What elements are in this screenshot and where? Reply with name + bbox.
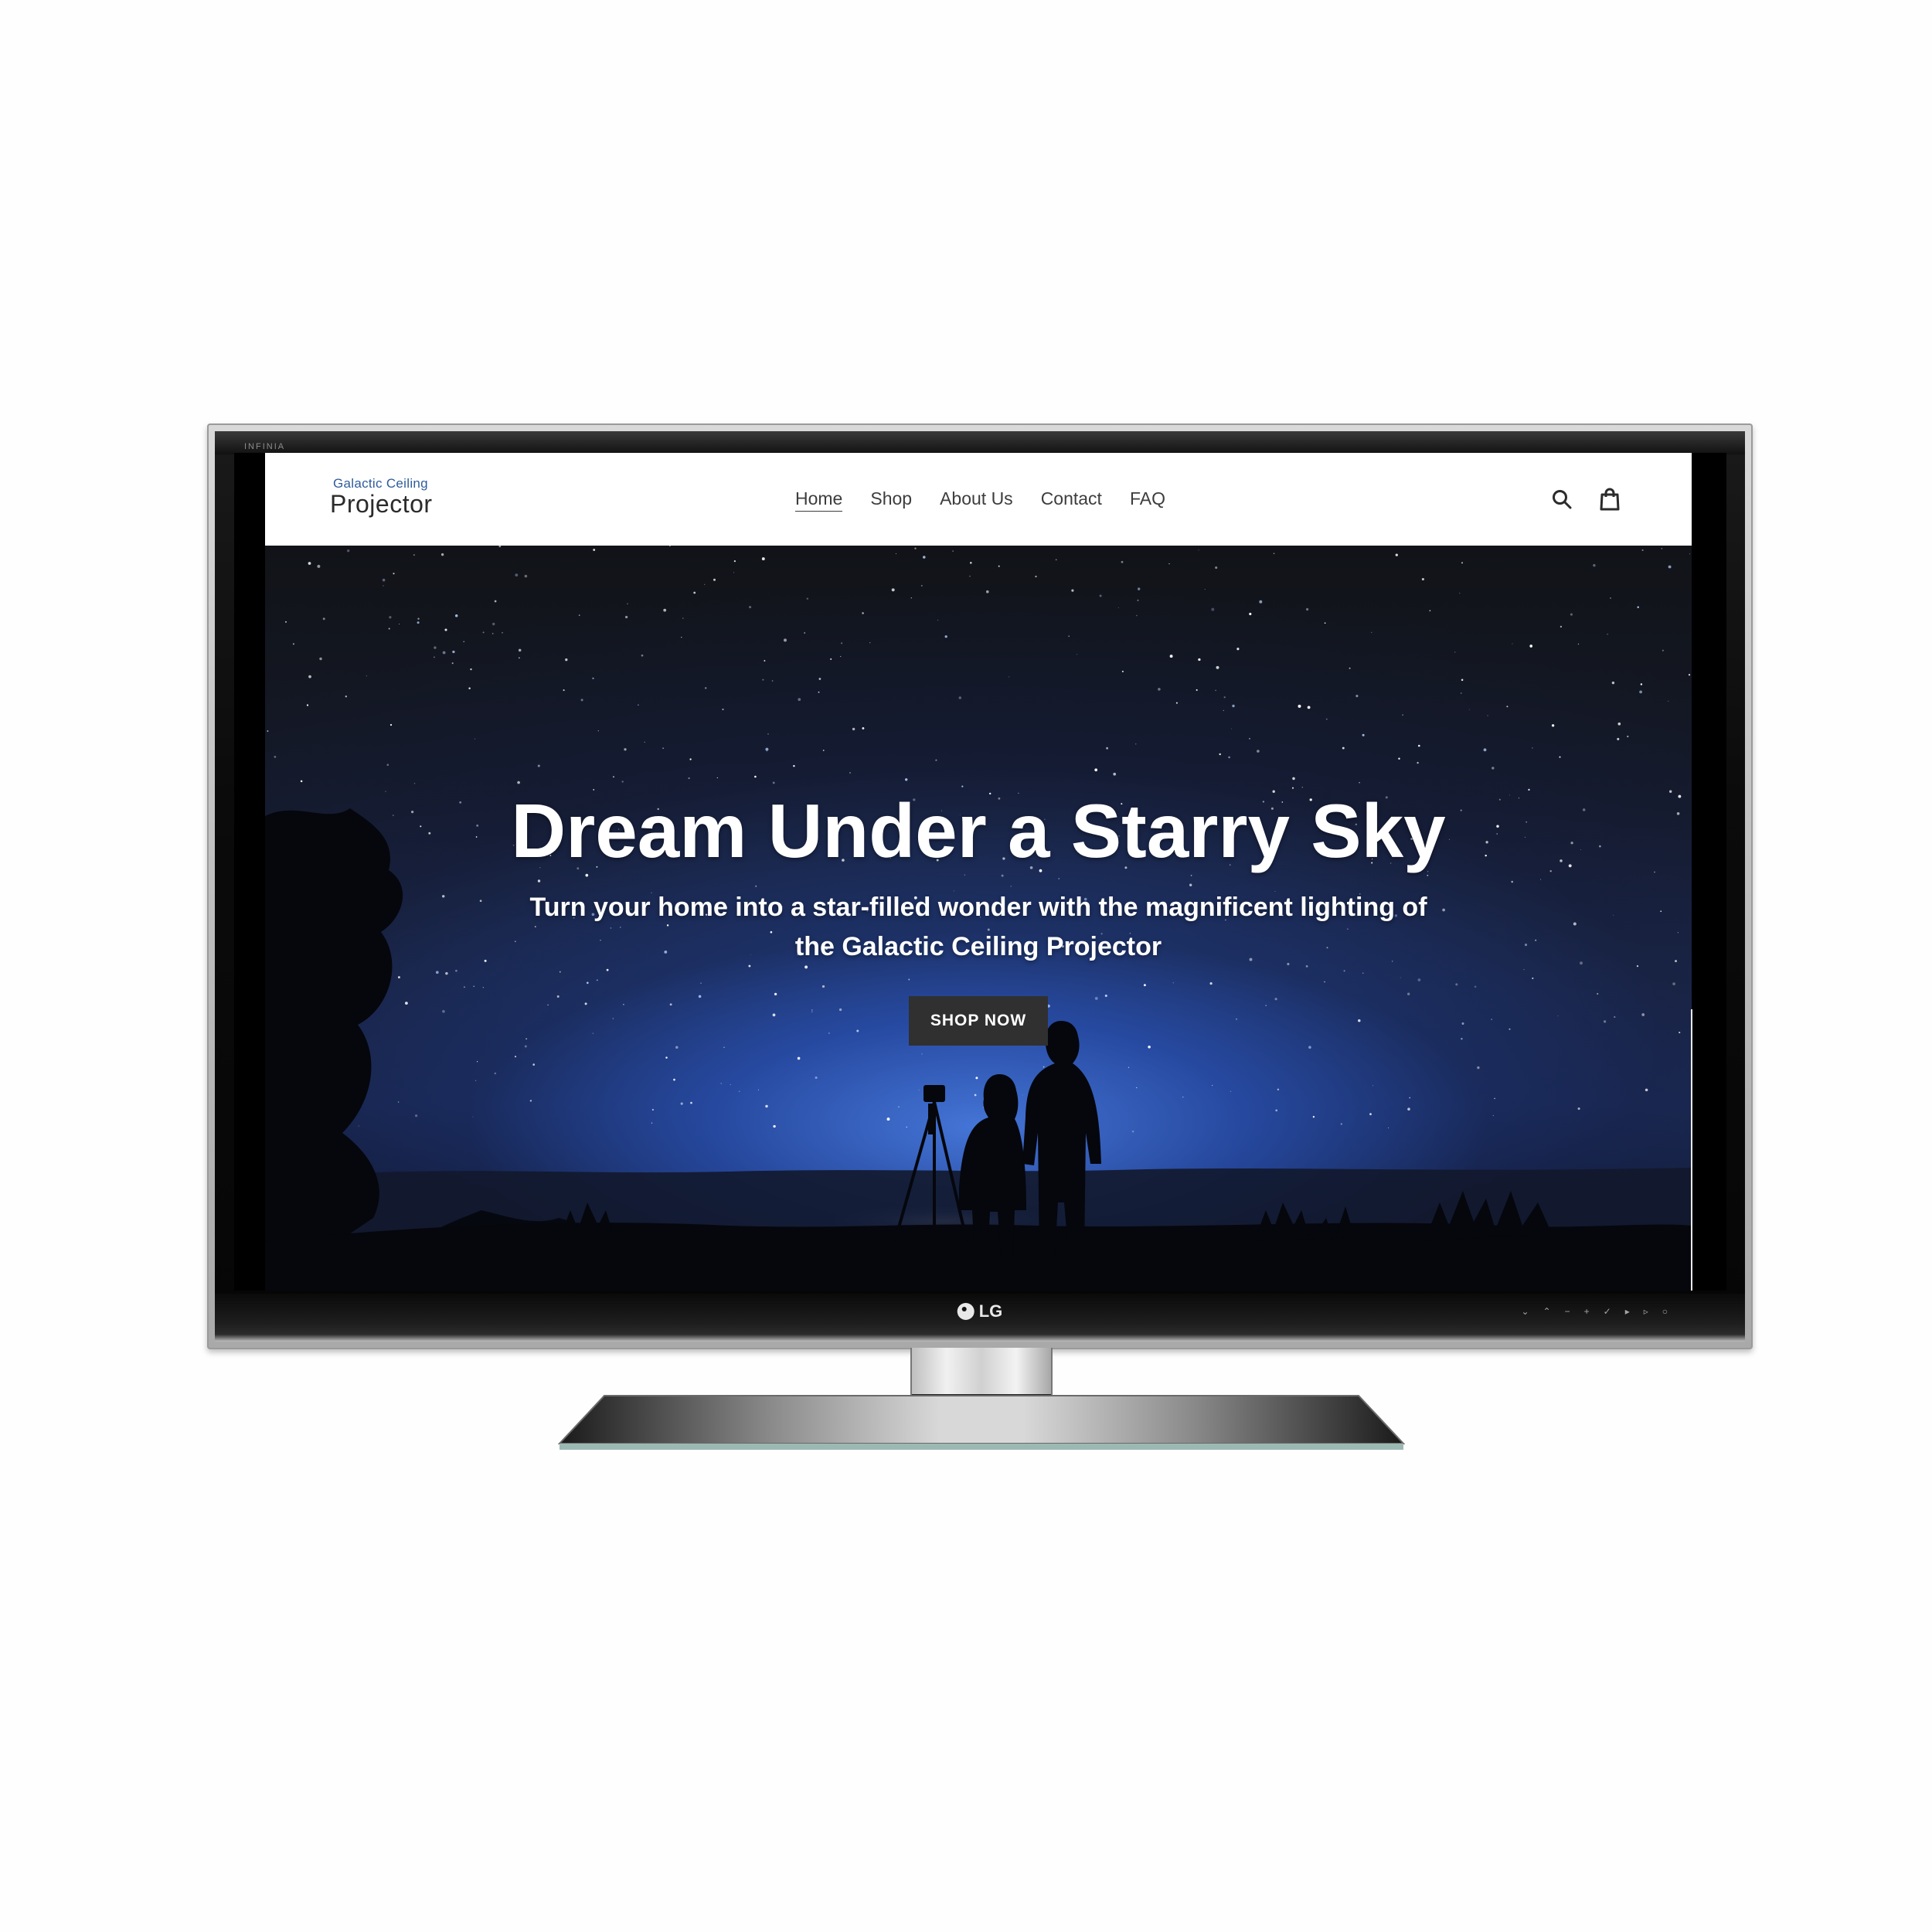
tv-screen: Galactic Ceiling Projector Home Shop Abo…	[234, 453, 1726, 1291]
hero-title: Dream Under a Starry Sky	[511, 788, 1446, 873]
tv-control-ok-icon[interactable]: ✓	[1604, 1306, 1611, 1317]
site-header: Galactic Ceiling Projector Home Shop Abo…	[265, 453, 1692, 546]
logo-top-line: Galactic Ceiling	[333, 476, 428, 491]
tv-control-menu-icon[interactable]: ▹	[1644, 1306, 1648, 1317]
tv-control-down-icon[interactable]: ⌄	[1521, 1306, 1529, 1317]
nav-item-contact[interactable]: Contact	[1041, 488, 1102, 512]
cart-icon[interactable]	[1597, 487, 1622, 512]
tv-logo-icon	[957, 1303, 975, 1320]
search-icon[interactable]	[1549, 487, 1574, 512]
tv-control-input-icon[interactable]: ▸	[1625, 1306, 1630, 1317]
nav-item-about-us[interactable]: About Us	[940, 488, 1013, 512]
tv-logo: LG	[957, 1301, 1003, 1321]
hero-content: Dream Under a Starry Sky Turn your home …	[265, 791, 1692, 1046]
tv-logo-text: LG	[978, 1301, 1003, 1321]
tv-control-plus-icon[interactable]: +	[1584, 1306, 1590, 1317]
stage: INFINIA LG ⌄ ⌃ − + ✓ ▸ ▹ ○ Galactic Ceil…	[0, 0, 1932, 1932]
hero-subtitle: Turn your home into a star-filled wonder…	[529, 892, 1427, 961]
screen-edge-line	[1691, 1009, 1692, 1291]
tv-stand-base	[558, 1395, 1405, 1450]
tv-bezel-brand: INFINIA	[244, 442, 286, 451]
nav-item-shop[interactable]: Shop	[870, 488, 912, 512]
hero-banner: Dream Under a Starry Sky Turn your home …	[265, 546, 1692, 1291]
logo-main-line: Projector	[330, 490, 433, 518]
nav-item-home[interactable]: Home	[795, 488, 843, 512]
tv-control-power-icon[interactable]: ○	[1662, 1306, 1668, 1317]
nav-item-faq[interactable]: FAQ	[1130, 488, 1165, 512]
tv-controls: ⌄ ⌃ − + ✓ ▸ ▹ ○	[1521, 1306, 1668, 1317]
header-icons	[1549, 487, 1622, 512]
webpage: Galactic Ceiling Projector Home Shop Abo…	[265, 453, 1692, 1291]
shop-now-button[interactable]: SHOP NOW	[908, 995, 1049, 1046]
tv-bezel-shine	[215, 431, 1745, 454]
site-logo[interactable]: Galactic Ceiling Projector	[330, 476, 446, 522]
main-nav: Home Shop About Us Contact FAQ	[795, 488, 1165, 512]
tv-control-up-icon[interactable]: ⌃	[1543, 1306, 1551, 1317]
tv-control-minus-icon[interactable]: −	[1565, 1306, 1570, 1317]
